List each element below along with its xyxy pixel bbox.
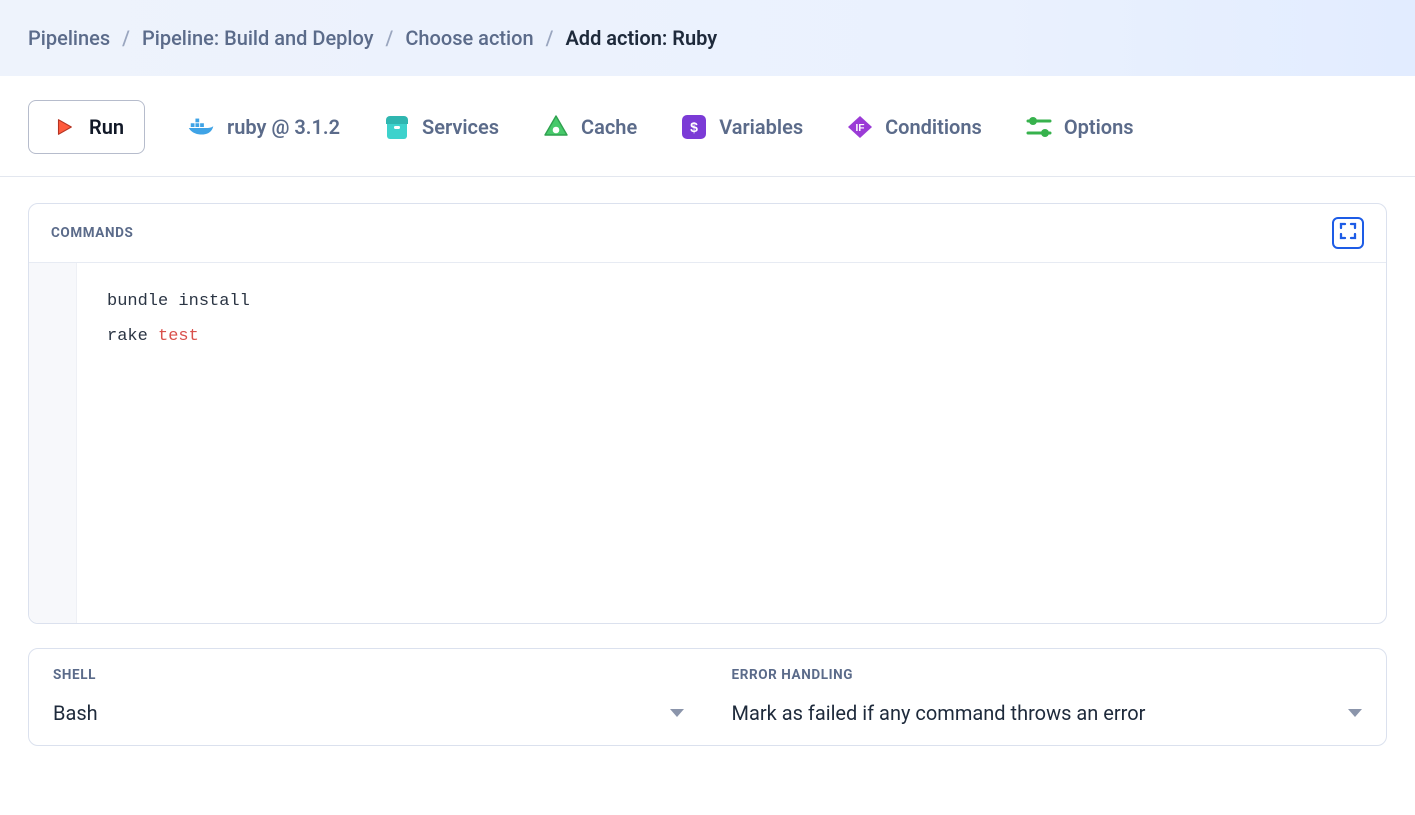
breadcrumb-pipelines[interactable]: Pipelines — [28, 26, 110, 50]
commands-panel: COMMANDS bundle install rake test — [28, 203, 1387, 624]
commands-header: COMMANDS — [29, 204, 1386, 263]
error-handling-label: ERROR HANDLING — [732, 667, 1363, 683]
error-handling-select[interactable]: Mark as failed if any command throws an … — [732, 701, 1363, 725]
editor-gutter — [29, 263, 77, 623]
breadcrumb-sep: / — [122, 26, 130, 50]
tab-services-label: Services — [422, 115, 499, 139]
code-line-1: bundle install — [107, 292, 250, 311]
breadcrumb-sep: / — [546, 26, 554, 50]
variables-icon: $ — [679, 112, 709, 142]
breadcrumb-current: Add action: Ruby — [565, 26, 717, 50]
commands-editor[interactable]: bundle install rake test — [29, 263, 1386, 623]
expand-icon — [1339, 222, 1357, 244]
shell-select[interactable]: Bash — [53, 701, 684, 725]
editor-code[interactable]: bundle install rake test — [77, 263, 1386, 623]
tab-variables[interactable]: $ Variables — [679, 112, 803, 142]
tab-options[interactable]: Options — [1024, 112, 1134, 142]
tab-run-label: Run — [89, 115, 124, 139]
tab-cache-label: Cache — [581, 115, 637, 139]
tab-options-label: Options — [1064, 115, 1134, 139]
play-icon — [49, 112, 79, 142]
docker-icon — [187, 112, 217, 142]
commands-title: COMMANDS — [51, 225, 133, 241]
code-line-2b: test — [158, 327, 199, 346]
tab-environment[interactable]: ruby @ 3.1.2 — [187, 112, 340, 142]
expand-button[interactable] — [1332, 217, 1364, 249]
shell-label: SHELL — [53, 667, 684, 683]
error-handling-value: Mark as failed if any command throws an … — [732, 701, 1146, 725]
tab-conditions-label: Conditions — [885, 115, 982, 139]
error-handling-column: ERROR HANDLING Mark as failed if any com… — [708, 649, 1387, 745]
tab-bar: Run ruby @ 3.1.2 Services Cache $ Variab… — [0, 76, 1415, 177]
svg-text:$: $ — [690, 119, 698, 135]
chevron-down-icon — [1348, 709, 1362, 717]
breadcrumb-choose-action[interactable]: Choose action — [405, 26, 533, 50]
tab-run[interactable]: Run — [28, 100, 145, 154]
svg-text:IF: IF — [856, 123, 865, 134]
code-line-2a: rake — [107, 327, 158, 346]
cache-icon — [541, 112, 571, 142]
box-icon — [382, 112, 412, 142]
content: COMMANDS bundle install rake test SHELL … — [0, 177, 1415, 776]
chevron-down-icon — [670, 709, 684, 717]
tab-variables-label: Variables — [719, 115, 803, 139]
settings-row: SHELL Bash ERROR HANDLING Mark as failed… — [28, 648, 1387, 746]
shell-column: SHELL Bash — [29, 649, 708, 745]
options-icon — [1024, 112, 1054, 142]
breadcrumb-sep: / — [386, 26, 394, 50]
conditions-icon: IF — [845, 112, 875, 142]
tab-environment-label: ruby @ 3.1.2 — [227, 115, 340, 139]
breadcrumb-pipeline[interactable]: Pipeline: Build and Deploy — [142, 26, 374, 50]
tab-conditions[interactable]: IF Conditions — [845, 112, 982, 142]
tab-services[interactable]: Services — [382, 112, 499, 142]
tab-cache[interactable]: Cache — [541, 112, 637, 142]
header: Pipelines / Pipeline: Build and Deploy /… — [0, 0, 1415, 76]
breadcrumb: Pipelines / Pipeline: Build and Deploy /… — [28, 26, 1387, 50]
shell-value: Bash — [53, 701, 98, 725]
